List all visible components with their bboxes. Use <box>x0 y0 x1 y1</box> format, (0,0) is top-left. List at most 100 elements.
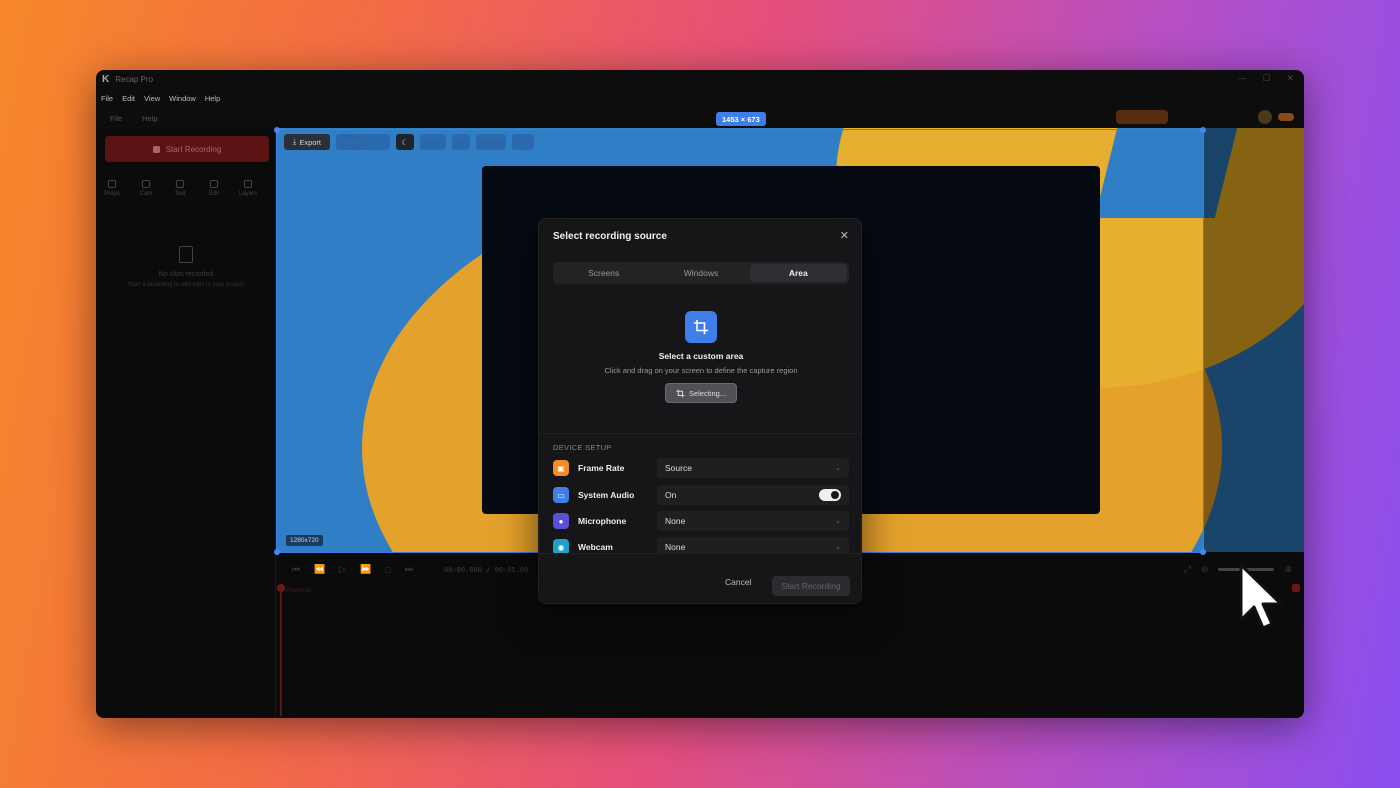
zoom-out-icon[interactable]: ⊖ <box>1201 564 1209 575</box>
area-description: Click and drag on your screen to define … <box>604 366 798 375</box>
playhead-label: Playhead <box>286 588 312 594</box>
chevron-down-icon: ⌄ <box>835 518 841 525</box>
moon-icon: ☾ <box>401 137 409 147</box>
document-icon <box>179 246 193 263</box>
menu-help[interactable]: Help <box>205 94 220 103</box>
resolution-badge: 1280x720 <box>286 535 323 546</box>
export-button[interactable]: ⤓ Export <box>284 134 330 150</box>
frame-rate-select[interactable]: Source ⌄ <box>657 458 849 478</box>
tab-screens[interactable]: Screens <box>555 264 652 282</box>
empty-title: No clips recorded <box>158 271 214 278</box>
layers-icon <box>244 180 252 188</box>
maximize-icon[interactable]: ☐ <box>1262 73 1270 84</box>
menu-file[interactable]: File <box>101 94 113 103</box>
start-recording-button[interactable]: Start Recording <box>105 136 269 162</box>
skip-start-icon[interactable]: ⏮ <box>292 564 300 575</box>
system-audio-control: On <box>657 485 849 505</box>
more-icon: ⋯ <box>519 137 527 147</box>
microphone-icon: ● <box>553 513 569 529</box>
upgrade-button[interactable] <box>1116 110 1168 124</box>
menu-edit[interactable]: Edit <box>122 94 135 103</box>
title-bar: K Recap Pro — ☐ ✕ <box>96 70 1304 88</box>
stop-icon[interactable]: □ <box>385 565 390 575</box>
device-name: Webcam <box>578 542 613 552</box>
close-icon[interactable]: ✕ <box>840 229 849 242</box>
system-audio-value: On <box>665 490 677 500</box>
end-marker[interactable] <box>1292 584 1300 592</box>
sidebar-tab-label: Props <box>104 191 120 197</box>
device-row-system-audio: ▭ System Audio On <box>553 485 849 505</box>
device-row-frame-rate: ▣ Frame Rate Source ⌄ <box>553 458 849 478</box>
menu-window[interactable]: Window <box>169 94 196 103</box>
cancel-button[interactable]: Cancel <box>725 577 751 587</box>
sidebar-tab-label: Cam <box>139 191 153 197</box>
close-window-icon[interactable]: ✕ <box>1286 73 1294 84</box>
start-recording-dialog-button[interactable]: Start Recording <box>772 576 850 596</box>
film-icon: ▣ <box>553 460 569 476</box>
playhead[interactable] <box>280 586 282 716</box>
submenu-help[interactable]: Help <box>142 114 157 123</box>
start-recording-label: Start Recording <box>165 144 222 154</box>
empty-clips-state: No clips recorded Start a recording to a… <box>96 246 276 288</box>
sidebar-tab-label: Layers <box>239 191 258 197</box>
step-forward-icon[interactable]: ⏩ <box>360 564 371 575</box>
speed-label: 1x <box>457 137 465 147</box>
record-icon <box>152 145 160 153</box>
sidebar-tab-edit[interactable]: Edit <box>206 180 222 197</box>
source-tabs: Screens Windows Area <box>553 262 849 284</box>
webcam-value: None <box>665 542 686 552</box>
tab-windows[interactable]: Windows <box>652 264 749 282</box>
device-row-microphone: ● Microphone None ⌄ <box>553 511 849 531</box>
divider <box>539 433 861 434</box>
submenu-file[interactable]: File <box>110 114 122 123</box>
device-name: Microphone <box>578 516 627 526</box>
split-label: Split <box>425 137 441 147</box>
fit-icon[interactable]: ⤢ <box>1184 564 1191 575</box>
edit-icon <box>210 180 218 188</box>
monitor-icon: ▭ <box>553 487 569 503</box>
avatar[interactable] <box>1258 110 1272 124</box>
minimize-icon[interactable]: — <box>1237 73 1246 84</box>
frame-rate-value: Source <box>665 463 692 473</box>
theme-toggle-button[interactable]: ☾ <box>396 134 414 150</box>
device-name: System Audio <box>578 490 635 500</box>
device-name: Frame Rate <box>578 463 625 473</box>
crop-icon <box>685 311 717 343</box>
split-button[interactable]: Split <box>420 134 446 150</box>
sidebar-tab-layers[interactable]: Layers <box>239 180 258 197</box>
empty-subtitle: Start a recording to add clips to your p… <box>127 282 245 288</box>
account-area[interactable] <box>1258 110 1294 124</box>
playback-controls: ⏮ ⏪ ▷ ⏩ □ ⏭ <box>292 564 413 575</box>
export-label: Export <box>299 137 321 147</box>
playhead-handle[interactable] <box>277 584 285 592</box>
device-setup-heading: DEVICE SETUP <box>553 443 612 452</box>
microphone-value: None <box>665 516 686 526</box>
mouse-cursor-icon <box>1239 563 1283 630</box>
render-button[interactable]: Render <box>476 134 506 150</box>
sidebar: Start Recording Props Cam Text Edit Laye… <box>96 128 276 718</box>
selecting-button[interactable]: Selecting... <box>665 383 737 403</box>
step-back-icon[interactable]: ⏪ <box>314 564 325 575</box>
sidebar-tabs: Props Cam Text Edit Layers <box>104 180 258 197</box>
speed-button[interactable]: 1x <box>452 134 470 150</box>
selection-dimensions-badge: 1453 × 673 <box>716 112 766 126</box>
more-button[interactable]: ⋯ <box>512 134 534 150</box>
system-audio-toggle[interactable] <box>819 489 841 501</box>
menu-bar: File Edit View Window Help <box>96 90 1304 106</box>
canvas-toolbar: ⤓ Export Share Project ☾ Split 1x Render… <box>284 133 534 151</box>
sidebar-tab-cam[interactable]: Cam <box>138 180 154 197</box>
play-icon[interactable]: ▷ <box>339 564 346 575</box>
sidebar-tab-label: Edit <box>208 191 220 197</box>
recording-source-dialog: Select recording source ✕ Screens Window… <box>538 218 862 604</box>
download-icon: ⤓ <box>292 137 297 146</box>
chevron-down-icon: ⌄ <box>835 544 841 551</box>
share-button[interactable]: Share Project <box>336 133 390 151</box>
sidebar-tab-text[interactable]: Text <box>172 180 188 197</box>
tab-area[interactable]: Area <box>749 264 847 282</box>
sidebar-tab-props[interactable]: Props <box>104 180 120 197</box>
microphone-select[interactable]: None ⌄ <box>657 511 849 531</box>
chevron-down-icon: ⌄ <box>835 465 841 472</box>
menu-view[interactable]: View <box>144 94 160 103</box>
area-heading: Select a custom area <box>658 351 744 361</box>
skip-end-icon[interactable]: ⏭ <box>405 564 413 575</box>
